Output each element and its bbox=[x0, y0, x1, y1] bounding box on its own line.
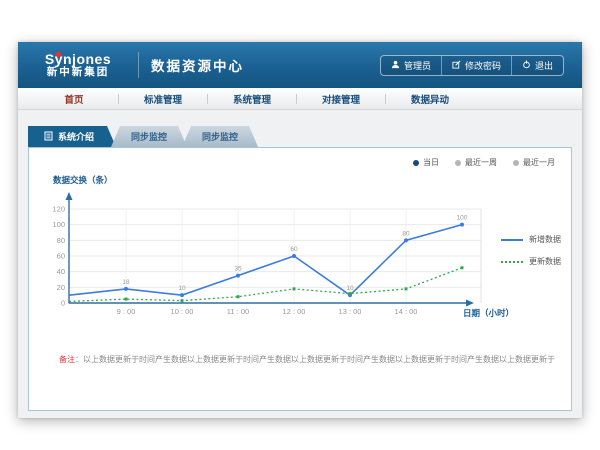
svg-text:80: 80 bbox=[402, 230, 410, 237]
nav-item-data-change[interactable]: 数据异动 bbox=[386, 92, 474, 106]
svg-text:35: 35 bbox=[234, 266, 242, 273]
radio-dot-selected bbox=[413, 160, 419, 166]
svg-text:日期（小时）: 日期（小时） bbox=[463, 308, 513, 318]
legend-line-dotted bbox=[501, 261, 523, 263]
main-nav: 首页 标准管理 系统管理 对接管理 数据异动 bbox=[18, 88, 582, 110]
filter-label: 最近一月 bbox=[523, 157, 555, 168]
svg-text:12 : 00: 12 : 00 bbox=[283, 307, 306, 316]
nav-item-system-mgmt[interactable]: 系统管理 bbox=[208, 92, 296, 106]
legend-label: 更新数据 bbox=[529, 256, 561, 267]
logo-text: Synjones bbox=[30, 52, 126, 67]
edit-icon bbox=[452, 60, 461, 71]
tabs: 系统介绍 同步监控 同步监控 bbox=[28, 126, 582, 147]
y-axis-title: 数据交换（条） bbox=[53, 174, 113, 186]
content-area: 系统介绍 同步监控 同步监控 当日 最近一周 bbox=[18, 110, 582, 411]
header-actions: 管理员 修改密码 退出 bbox=[380, 55, 564, 76]
svg-text:0: 0 bbox=[61, 299, 65, 308]
logo: Synjones 新中新集团 bbox=[30, 52, 126, 79]
svg-text:11 : 00: 11 : 00 bbox=[227, 307, 249, 316]
svg-text:20: 20 bbox=[57, 283, 65, 292]
app-header: Synjones 新中新集团 数据资源中心 管理员 修改密码 退出 bbox=[18, 42, 582, 88]
user-button-label: 管理员 bbox=[404, 59, 431, 72]
logout-label: 退出 bbox=[535, 59, 553, 72]
filter-last-week[interactable]: 最近一周 bbox=[455, 157, 497, 168]
svg-text:10: 10 bbox=[346, 285, 354, 292]
filter-label: 最近一周 bbox=[465, 157, 497, 168]
svg-text:9 : 00: 9 : 00 bbox=[117, 307, 136, 316]
svg-text:60: 60 bbox=[57, 252, 65, 261]
tab-sync-monitor-2[interactable]: 同步监控 bbox=[182, 126, 258, 147]
svg-text:120: 120 bbox=[52, 205, 65, 214]
filter-today[interactable]: 当日 bbox=[413, 157, 439, 168]
chart-legend: 新增数据 更新数据 bbox=[501, 234, 561, 278]
radio-dot bbox=[513, 160, 519, 166]
svg-text:18: 18 bbox=[122, 279, 130, 286]
svg-text:14 : 00: 14 : 00 bbox=[395, 307, 418, 316]
app-title: 数据资源中心 bbox=[151, 55, 244, 75]
footnote-label: 备注 bbox=[59, 355, 75, 364]
user-button[interactable]: 管理员 bbox=[381, 56, 441, 75]
logout-button[interactable]: 退出 bbox=[511, 56, 563, 75]
time-range-filters: 当日 最近一周 最近一月 bbox=[413, 157, 555, 168]
footnote: 备注：以上数据更新于时间产生数据以上数据更新于时间产生数据以上数据更新于时间产生… bbox=[59, 354, 555, 365]
svg-text:40: 40 bbox=[57, 267, 65, 276]
header-divider bbox=[138, 52, 139, 78]
tab-label: 同步监控 bbox=[202, 130, 238, 143]
nav-item-standard-mgmt[interactable]: 标准管理 bbox=[119, 92, 207, 106]
power-icon bbox=[522, 60, 531, 71]
tab-label: 同步监控 bbox=[131, 130, 167, 143]
chart-panel: 当日 最近一周 最近一月 数据交换（条） 0 20 40 60 80 100 120 18 10… bbox=[28, 147, 572, 411]
filter-label: 当日 bbox=[423, 157, 439, 168]
legend-label: 新增数据 bbox=[529, 234, 561, 245]
tab-label: 系统介绍 bbox=[58, 130, 94, 143]
filter-last-month[interactable]: 最近一月 bbox=[513, 157, 555, 168]
legend-new-data: 新增数据 bbox=[501, 234, 561, 245]
svg-text:13 : 00: 13 : 00 bbox=[339, 307, 362, 316]
nav-item-integration-mgmt[interactable]: 对接管理 bbox=[297, 92, 385, 106]
change-password-button[interactable]: 修改密码 bbox=[441, 56, 511, 75]
logo-subtext: 新中新集团 bbox=[30, 67, 126, 79]
radio-dot bbox=[455, 160, 461, 166]
tab-system-intro[interactable]: 系统介绍 bbox=[28, 126, 116, 147]
svg-text:100: 100 bbox=[457, 215, 468, 222]
footnote-text: ：以上数据更新于时间产生数据以上数据更新于时间产生数据以上数据更新于时间产生数据… bbox=[75, 355, 555, 364]
tab-sync-monitor-1[interactable]: 同步监控 bbox=[111, 126, 187, 147]
line-chart: 0 20 40 60 80 100 120 18 10 35 60 10 80 100 9 : 00 10 :… bbox=[43, 190, 513, 324]
document-icon bbox=[44, 131, 53, 143]
svg-text:10 : 00: 10 : 00 bbox=[171, 307, 194, 316]
change-password-label: 修改密码 bbox=[465, 59, 501, 72]
svg-text:60: 60 bbox=[290, 246, 298, 253]
svg-text:80: 80 bbox=[57, 236, 65, 245]
legend-update-data: 更新数据 bbox=[501, 256, 561, 267]
svg-text:10: 10 bbox=[178, 285, 186, 292]
svg-text:100: 100 bbox=[52, 220, 65, 229]
page: Synjones 新中新集团 数据资源中心 管理员 修改密码 退出 首页 标准管… bbox=[18, 42, 582, 418]
nav-item-home[interactable]: 首页 bbox=[30, 92, 118, 106]
user-icon bbox=[391, 60, 400, 71]
legend-line-solid bbox=[501, 239, 523, 241]
